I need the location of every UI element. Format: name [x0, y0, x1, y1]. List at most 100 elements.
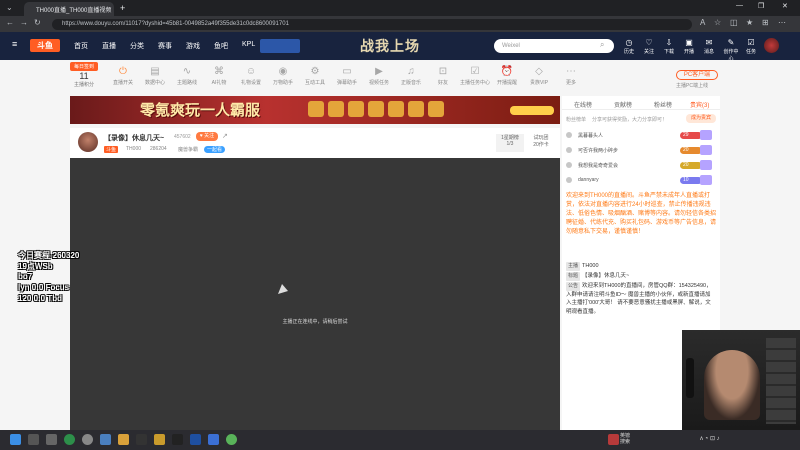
room-tag-right[interactable]: 一起看 [204, 146, 226, 153]
weather-widget[interactable]: 英镑 搜索 [620, 433, 630, 445]
weekly-rank-card[interactable]: 1星期榜 1/3 [496, 134, 524, 152]
tab-vip[interactable]: 贵宾(3) [690, 100, 709, 109]
browser-tab[interactable]: TH000直播_TH000直播视频 [24, 2, 114, 16]
edge-icon[interactable] [64, 434, 75, 445]
promo-badge[interactable] [260, 39, 300, 53]
app-icon[interactable] [172, 434, 183, 445]
app-icon[interactable] [190, 434, 201, 445]
room-tag: 斗鱼 [104, 146, 119, 153]
folder-icon[interactable] [118, 434, 129, 445]
follow-button[interactable]: ♡ 关注 [642, 38, 656, 55]
ad-banner[interactable]: 零氪爽玩一人霸服 [70, 96, 560, 124]
rank-label: 1星期榜 [501, 135, 519, 141]
close-icon[interactable]: ✕ [782, 2, 788, 10]
download-button[interactable]: ⇩ 下载 [662, 38, 676, 55]
become-vip-button[interactable]: 成为贵宾 [686, 114, 716, 123]
tool-ai-gift[interactable]: ⌘ AI礼物 [204, 66, 234, 86]
app-icon[interactable] [100, 434, 111, 445]
tool-music[interactable]: ♫ 正版音乐 [396, 66, 426, 86]
tab-search-icon[interactable]: ⌄ [6, 3, 13, 12]
broadcast-button[interactable]: ▣ 开播 [682, 38, 696, 55]
share-icon[interactable]: ↗ [222, 132, 228, 140]
app-icon[interactable] [136, 434, 147, 445]
rank-row[interactable]: 黑暮暮头人 29 [566, 130, 716, 142]
menu-icon[interactable]: ⋯ [778, 18, 786, 27]
nav-games[interactable]: 游戏 [186, 41, 200, 51]
nav-kpl[interactable]: KPL [242, 41, 255, 48]
ad-gift-icon [328, 101, 344, 117]
search-placeholder: Weixel [502, 43, 520, 49]
rank-row[interactable]: 我想我是奇奇爱会 20 [566, 160, 716, 172]
taskview-icon[interactable] [46, 434, 57, 445]
app-icon[interactable] [208, 434, 219, 445]
tool-danmaku[interactable]: ▭ 弹幕助手 [332, 66, 362, 86]
split-screen-icon[interactable]: ◫ [730, 18, 738, 27]
new-tab-icon[interactable]: + [120, 3, 125, 13]
tool-assistant[interactable]: ◉ 万物助手 [268, 66, 298, 86]
nav-home[interactable]: 首页 [74, 41, 88, 51]
start-icon[interactable] [10, 434, 21, 445]
music-icon: ♫ [407, 66, 415, 77]
favorite-icon[interactable]: ☆ [714, 18, 721, 27]
webcam-overlay [682, 330, 800, 430]
tool-video-task[interactable]: ▶ 视频任务 [364, 66, 394, 86]
search-input[interactable]: Weixel [494, 39, 614, 53]
nav-fishbar[interactable]: 鱼吧 [214, 41, 228, 51]
history-button[interactable]: ◷ 历史 [622, 38, 636, 55]
maximize-icon[interactable]: ❐ [758, 2, 764, 10]
ad-cta-button[interactable] [510, 106, 554, 115]
system-tray-icons[interactable]: ʌ ◔ ⊡ ♪ [700, 435, 720, 442]
streamer-avatar[interactable] [78, 132, 98, 152]
app-icon[interactable] [154, 434, 165, 445]
collections-icon[interactable]: ⊞ [762, 18, 769, 27]
tab-fans[interactable]: 粉丝榜 [654, 100, 672, 109]
tool-reminder[interactable]: ⏰ 开播提醒 [492, 66, 522, 86]
tool-label: 视频任务 [368, 80, 389, 86]
tab-online-rank[interactable]: 在线榜 [574, 100, 592, 109]
rank-value: 1/3 [506, 141, 514, 147]
room-category[interactable]: 魔兽争霸 [178, 146, 198, 153]
read-aloud-icon[interactable]: A [700, 18, 705, 27]
trial-card[interactable]: 试玩团 20作卡 [528, 134, 554, 152]
messages-button[interactable]: ✉ 消息 [702, 38, 716, 55]
app-icon[interactable] [226, 434, 237, 445]
nav-category[interactable]: 分类 [130, 41, 144, 51]
tool-data-center[interactable]: ▤ 数据中心 [140, 66, 170, 86]
back-icon[interactable]: ← [6, 18, 14, 27]
forward-icon[interactable]: → [20, 18, 28, 27]
url-field[interactable]: https://www.douyu.com/11017?dyshid=45b81… [52, 19, 692, 30]
tool-more[interactable]: ⋯ 更多 [556, 66, 586, 86]
ad-gift-icon [388, 101, 404, 117]
tool-theme[interactable]: ∿ 主题路线 [172, 66, 202, 86]
rank-row[interactable]: dannyary 10 [566, 175, 716, 187]
minimize-icon[interactable]: — [736, 2, 743, 9]
tasks-button[interactable]: ☑ 任务 [744, 38, 758, 55]
rank-level: 20 [680, 162, 702, 169]
tool-live-switch[interactable]: ⏻ 直播开关 [108, 66, 138, 86]
tab-contribution[interactable]: 贡献榜 [614, 100, 632, 109]
pc-client-button[interactable]: PC客户端 [676, 70, 718, 80]
app-icon[interactable] [82, 434, 93, 445]
streamer-name[interactable]: TH000 [126, 146, 141, 152]
follow-button[interactable]: ♥ 关注 [196, 132, 218, 141]
creator-center-button[interactable]: ✎ 创作中心 [722, 38, 740, 62]
douyu-logo[interactable]: 斗鱼 [30, 39, 60, 52]
hamburger-icon[interactable]: ≡ [12, 39, 17, 49]
nav-events[interactable]: 赛事 [158, 41, 172, 51]
tool-friends[interactable]: ⊡ 好友 [428, 66, 458, 86]
tool-vip[interactable]: ◇ 贵族VIP [524, 66, 554, 86]
search-icon[interactable]: ⌕ [600, 40, 604, 50]
tool-interaction[interactable]: ⚙ 互动工具 [300, 66, 330, 86]
rank-avatar [566, 147, 572, 153]
nav-live[interactable]: 直播 [102, 41, 116, 51]
tool-gift-settings[interactable]: ☺ 礼物设置 [236, 66, 266, 86]
search-icon[interactable] [28, 434, 39, 445]
favorites-icon[interactable]: ★ [746, 18, 753, 27]
ad-gift-icon [428, 101, 444, 117]
reload-icon[interactable]: ↻ [34, 18, 41, 27]
video-player[interactable]: 主播正在连线中，请稍后尝试 [70, 158, 560, 430]
tool-task-center[interactable]: ☑ 主播任务中心 [460, 66, 490, 86]
rank-row[interactable]: 可否许我两小碎步 20 [566, 145, 716, 157]
diamond-icon: ◇ [535, 66, 543, 77]
user-avatar[interactable] [764, 38, 779, 53]
